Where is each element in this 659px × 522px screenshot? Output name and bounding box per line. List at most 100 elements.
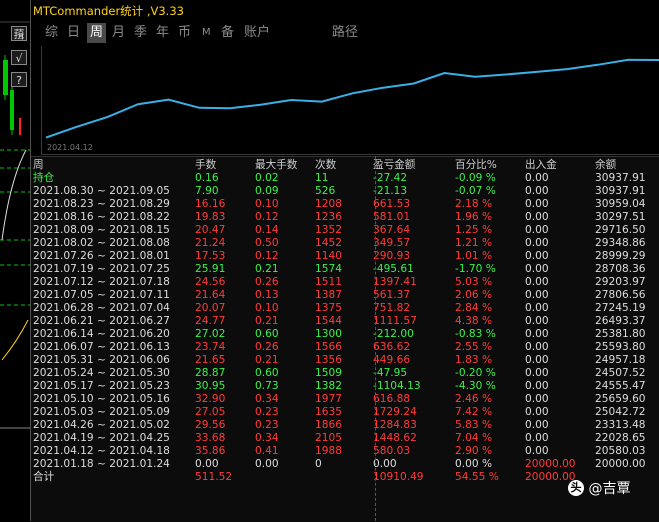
tab-year[interactable]: 年 bbox=[153, 23, 172, 43]
window-title: MTCommander统计 ,V3.33 bbox=[33, 4, 184, 18]
cell-balance: 29348.86 bbox=[595, 237, 646, 249]
cell-pct: 4.38 % bbox=[455, 315, 493, 327]
tab-month[interactable]: 月 bbox=[109, 23, 128, 43]
header-io[interactable]: 出入金 bbox=[525, 159, 557, 172]
cell-max-lots: 0.50 bbox=[255, 237, 279, 249]
statistics-window: MTCommander统计 ,V3.33 综 日 周 月 季 年 币 M 备 账… bbox=[30, 0, 659, 522]
cell-pct: -0.20 % bbox=[455, 367, 496, 379]
holding-row[interactable]: 持仓 0.16 0.02 11 -27.42 -0.09 % 0.00 30937.91 bbox=[31, 172, 659, 185]
tab-summary[interactable]: 综 bbox=[42, 23, 61, 43]
cell-count: 1352 bbox=[315, 224, 342, 236]
tab-m[interactable]: M bbox=[199, 23, 214, 43]
side-check-button[interactable]: √ bbox=[11, 50, 27, 65]
table-row[interactable]: 2021.08.09 ~ 2021.08.15 20.47 0.14 1352 367.… bbox=[31, 224, 659, 237]
cell-max-lots: 0.41 bbox=[255, 445, 279, 457]
table-row[interactable]: 2021.06.14 ~ 2021.06.20 27.02 0.60 1300 -212… bbox=[31, 328, 659, 341]
cell-lots: 23.74 bbox=[195, 341, 226, 353]
table-row[interactable]: 2021.05.10 ~ 2021.05.16 32.90 0.34 1977 616.… bbox=[31, 393, 659, 406]
cell-max-lots: 0.23 bbox=[255, 406, 279, 418]
table-row[interactable]: 2021.05.03 ~ 2021.05.09 27.05 0.23 1635 1729… bbox=[31, 406, 659, 419]
table-row[interactable]: 2021.07.26 ~ 2021.08.01 17.53 0.12 1140 290.… bbox=[31, 250, 659, 263]
cell-lots: 30.95 bbox=[195, 380, 226, 392]
header-balance[interactable]: 余额 bbox=[595, 159, 616, 172]
table-row[interactable]: 2021.08.16 ~ 2021.08.22 19.83 0.12 1236 581.… bbox=[31, 211, 659, 224]
side-help-button[interactable]: ? bbox=[11, 72, 27, 87]
cell-lots: 511.52 bbox=[195, 471, 233, 483]
header-period[interactable]: 周 bbox=[33, 159, 44, 172]
tab-account[interactable]: 账户 bbox=[241, 23, 273, 43]
cell-lots: 20.07 bbox=[195, 302, 226, 314]
cell-pnl: -495.61 bbox=[373, 263, 414, 275]
table-row[interactable]: 2021.08.23 ~ 2021.08.29 16.16 0.10 1208 661.… bbox=[31, 198, 659, 211]
table-row[interactable]: 2021.01.18 ~ 2021.01.24 0.00 0.00 0 0.00 0.00… bbox=[31, 458, 659, 471]
table-row[interactable]: 2021.05.31 ~ 2021.06.06 21.65 0.21 1356 449.… bbox=[31, 354, 659, 367]
cell-period: 2021.07.26 ~ 2021.08.01 bbox=[33, 250, 170, 262]
tab-quarter[interactable]: 季 bbox=[131, 23, 150, 43]
cell-period: 2021.07.12 ~ 2021.07.18 bbox=[33, 276, 170, 288]
tab-day[interactable]: 日 bbox=[64, 23, 83, 43]
cell-max-lots: 0.34 bbox=[255, 432, 279, 444]
cell-lots: 7.90 bbox=[195, 185, 219, 197]
cell-balance: 30297.51 bbox=[595, 211, 646, 223]
cell-lots: 25.91 bbox=[195, 263, 226, 275]
table-row[interactable]: 2021.07.19 ~ 2021.07.25 25.91 0.21 1574 -495… bbox=[31, 263, 659, 276]
table-row[interactable]: 2021.04.26 ~ 2021.05.02 29.56 0.23 1866 1284… bbox=[31, 419, 659, 432]
balance-series-line bbox=[45, 58, 659, 139]
cell-balance: 29716.50 bbox=[595, 224, 646, 236]
cell-pct: 2.46 % bbox=[455, 393, 493, 405]
cell-max-lots: 0.34 bbox=[255, 393, 279, 405]
cell-lots: 16.16 bbox=[195, 198, 226, 210]
cell-pct: 5.83 % bbox=[455, 419, 493, 431]
table-row[interactable]: 2021.04.12 ~ 2021.04.18 35.86 0.41 1988 580.… bbox=[31, 445, 659, 458]
table-row[interactable]: 2021.07.12 ~ 2021.07.18 24.56 0.26 1511 1397… bbox=[31, 276, 659, 289]
cell-count: 1356 bbox=[315, 354, 342, 366]
header-pnl[interactable]: 盈亏金额 bbox=[373, 159, 415, 172]
cell-pnl: 616.88 bbox=[373, 393, 411, 405]
cell-count: 1511 bbox=[315, 276, 342, 288]
cell-max-lots: 0.10 bbox=[255, 198, 279, 210]
header-max-lots[interactable]: 最大手数 bbox=[255, 159, 297, 172]
tab-path[interactable]: 路径 bbox=[329, 23, 361, 43]
cell-pnl: 581.01 bbox=[373, 211, 411, 223]
cell-io: 0.00 bbox=[525, 289, 549, 301]
cell-period: 2021.06.07 ~ 2021.06.13 bbox=[33, 341, 170, 353]
header-lots[interactable]: 手数 bbox=[195, 159, 216, 172]
total-row[interactable]: 合计 511.52 10910.49 54.55 % 20000.00 bbox=[31, 471, 659, 484]
table-row[interactable]: 2021.06.21 ~ 2021.06.27 24.77 0.21 1544 1111… bbox=[31, 315, 659, 328]
cell-max-lots: 0.10 bbox=[255, 302, 279, 314]
cell-pnl: 0.00 bbox=[373, 458, 397, 470]
cell-pct: 0.00 % bbox=[455, 458, 493, 470]
cell-pnl: 449.66 bbox=[373, 354, 411, 366]
side-button-1[interactable]: 䔱 bbox=[11, 26, 27, 41]
table-row[interactable]: 2021.06.28 ~ 2021.07.04 20.07 0.10 1375 751.… bbox=[31, 302, 659, 315]
table-row[interactable]: 2021.05.24 ~ 2021.05.30 28.87 0.60 1509 -47.… bbox=[31, 367, 659, 380]
cell-balance: 27245.19 bbox=[595, 302, 646, 314]
table-row[interactable]: 2021.04.19 ~ 2021.04.25 33.68 0.34 2105 1448… bbox=[31, 432, 659, 445]
cell-max-lots: 0.12 bbox=[255, 211, 279, 223]
cell-io: 0.00 bbox=[525, 432, 549, 444]
table-row[interactable]: 2021.05.17 ~ 2021.05.23 30.95 0.73 1382 -110… bbox=[31, 380, 659, 393]
tab-currency[interactable]: 币 bbox=[175, 23, 194, 43]
cell-count: 1382 bbox=[315, 380, 342, 392]
table-row[interactable]: 2021.06.07 ~ 2021.06.13 23.74 0.26 1566 636.… bbox=[31, 341, 659, 354]
cell-io: 0.00 bbox=[525, 406, 549, 418]
header-pct[interactable]: 百分比% bbox=[455, 159, 497, 172]
cell-max-lots: 0.60 bbox=[255, 367, 279, 379]
cell-io: 0.00 bbox=[525, 263, 549, 275]
cell-max-lots: 0.00 bbox=[255, 458, 279, 470]
cell-pct: -0.83 % bbox=[455, 328, 496, 340]
cell-io: 0.00 bbox=[525, 172, 549, 184]
table-row[interactable]: 2021.08.30 ~ 2021.09.05 7.90 0.09 526 -21.13… bbox=[31, 185, 659, 198]
header-count[interactable]: 次数 bbox=[315, 159, 336, 172]
weekly-stats-table: 周 手数 最大手数 次数 盈亏金额 百分比% 出入金 余额 持仓 0.16 0.02 11 -27.42… bbox=[31, 156, 659, 522]
watermark: 头 @吉覃 bbox=[568, 478, 658, 498]
cell-io: 0.00 bbox=[525, 224, 549, 236]
tab-notes[interactable]: 备 bbox=[218, 23, 237, 43]
cell-count: 1140 bbox=[315, 250, 342, 262]
tab-week[interactable]: 周 bbox=[87, 23, 107, 43]
table-row[interactable]: 2021.07.05 ~ 2021.07.11 21.64 0.13 1387 561.… bbox=[31, 289, 659, 302]
table-row[interactable]: 2021.08.02 ~ 2021.08.08 21.24 0.50 1452 349.… bbox=[31, 237, 659, 250]
cell-lots: 27.05 bbox=[195, 406, 226, 418]
period-tabs: 综 日 周 月 季 年 币 M 备 账户 路径 bbox=[31, 23, 659, 45]
cell-io: 0.00 bbox=[525, 328, 549, 340]
